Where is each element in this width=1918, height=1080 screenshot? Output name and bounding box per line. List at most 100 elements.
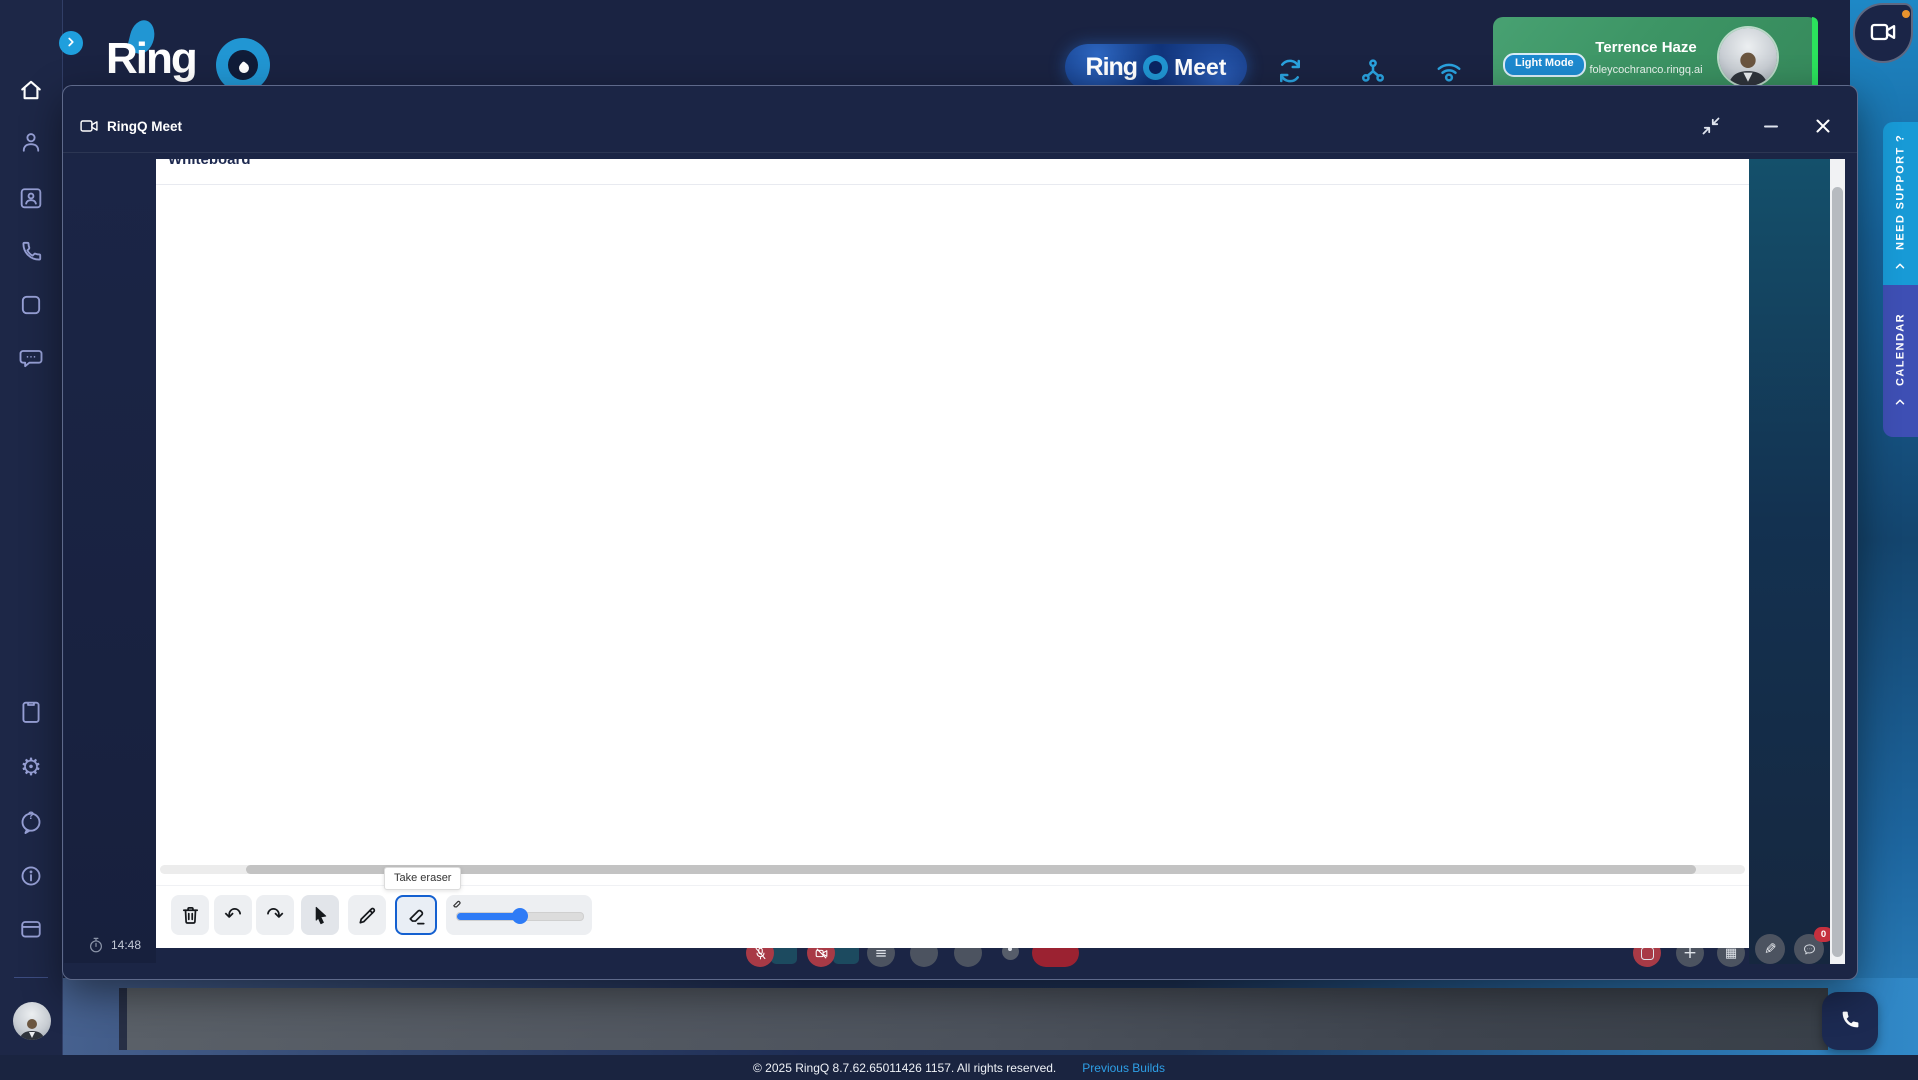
question-mark-icon: ? — [27, 810, 35, 822]
select-tool-button[interactable] — [301, 895, 339, 935]
previous-builds-link[interactable]: Previous Builds — [1082, 1061, 1165, 1075]
dialer-button[interactable] — [1822, 992, 1878, 1050]
slider-fill — [457, 913, 520, 920]
badge-meet-text: Meet — [1174, 53, 1227, 80]
phone-handset-icon — [1838, 1008, 1862, 1035]
pencil-icon — [356, 904, 379, 927]
sync-button[interactable] — [1275, 56, 1305, 86]
pencil-tool-button[interactable] — [348, 895, 386, 935]
header-user-avatar[interactable] — [1719, 28, 1777, 86]
meeting-left-strip — [64, 159, 156, 963]
clipboard-icon — [17, 698, 45, 726]
grid-icon: ▦ — [1724, 945, 1738, 961]
sidebar-item-billing[interactable] — [17, 915, 45, 943]
network-status-button[interactable] — [1434, 56, 1464, 86]
sidebar-item-messages[interactable] — [17, 344, 45, 372]
sidebar-item-calls[interactable] — [17, 238, 45, 266]
footer: © 2025 RingQ 8.7.62.65011426 1157. All r… — [0, 1055, 1918, 1080]
sidebar-item-info[interactable] — [17, 862, 45, 890]
app-logo: Ring — [106, 16, 286, 92]
trash-icon — [179, 904, 202, 927]
badge-q-icon — [1143, 54, 1169, 80]
chevron-right-icon — [64, 35, 78, 52]
calendar-tab[interactable]: CALENDAR — [1883, 285, 1918, 437]
minimize-window-button[interactable] — [1759, 113, 1785, 139]
timer-value: 14:48 — [111, 938, 142, 952]
copyright-text: © 2025 RingQ 8.7.62.65011426 1157. All r… — [753, 1060, 1057, 1075]
whiteboard-panel: Whiteboard ↶ ↷ Take eraser — [156, 159, 1749, 948]
video-camera-icon — [79, 116, 99, 136]
compress-icon — [1699, 114, 1725, 138]
logo-q-icon — [216, 38, 270, 92]
left-sidebar: ⚙ ? — [0, 0, 63, 1055]
chevron-icon — [1894, 259, 1908, 273]
sidebar-item-home[interactable] — [17, 76, 45, 104]
support-tab-label: NEED SUPPORT ? — [1894, 133, 1907, 251]
video-strip-edge — [119, 988, 127, 1050]
sidebar-user-avatar[interactable] — [13, 1002, 51, 1040]
home-icon — [17, 76, 45, 104]
eraser-icon — [405, 904, 428, 927]
contact-card-icon — [17, 184, 45, 212]
ringq-meet-window: RingQ Meet ≡ + ▦ ✎ 0 14:48 Whiteboard ↶ … — [62, 85, 1858, 980]
wifi-icon — [1434, 56, 1464, 86]
gear-icon: ⚙ — [20, 753, 42, 781]
chat-bubble-icon — [17, 344, 45, 372]
redo-button[interactable]: ↷ — [256, 895, 294, 935]
close-icon — [1811, 114, 1837, 138]
video-preview-strip — [127, 988, 1828, 1050]
sync-icon — [1275, 56, 1305, 86]
avatar-silhouette — [19, 1019, 45, 1040]
mini-eraser-icon — [451, 897, 463, 909]
sidebar-item-settings[interactable]: ⚙ — [17, 753, 45, 781]
whiteboard-canvas[interactable] — [156, 185, 1749, 864]
minimize-icon — [1759, 114, 1785, 138]
window-title: RingQ Meet — [107, 119, 183, 134]
whiteboard-heading: Whiteboard — [168, 159, 251, 168]
user-domain: foleycochranco.ringq.ai — [1589, 64, 1703, 76]
share-nodes-icon — [1358, 56, 1388, 86]
vertical-scrollbar[interactable] — [1830, 159, 1845, 964]
sidebar-expand-button[interactable] — [59, 31, 83, 55]
phone-icon — [17, 238, 45, 266]
video-camera-icon — [1869, 18, 1897, 49]
share-nodes-button[interactable] — [1358, 56, 1388, 86]
undo-button[interactable]: ↶ — [214, 895, 252, 935]
tooltip: Take eraser — [384, 867, 462, 890]
sidebar-item-contacts[interactable] — [17, 184, 45, 212]
sidebar-item-notes[interactable] — [17, 698, 45, 726]
eraser-size-slider[interactable] — [456, 908, 584, 924]
card-icon — [17, 915, 45, 943]
sidebar-item-meetings[interactable] — [17, 291, 45, 319]
chevron-icon — [1894, 395, 1908, 409]
sidebar-divider — [14, 977, 48, 978]
meeting-background-strip — [1749, 159, 1830, 964]
notification-dot — [1902, 10, 1910, 18]
chat-bubble-icon — [1802, 942, 1817, 957]
info-icon — [17, 862, 45, 890]
need-support-tab[interactable]: NEED SUPPORT ? — [1883, 122, 1918, 285]
clear-board-button[interactable] — [171, 895, 209, 935]
redo-icon: ↷ — [266, 902, 284, 927]
restore-window-button[interactable] — [1699, 113, 1725, 139]
whiteboard-heading-clip: Whiteboard — [168, 159, 388, 169]
ringq-meet-badge: Ring Meet — [1065, 44, 1247, 90]
sidebar-item-help[interactable]: ? — [17, 809, 45, 837]
vertical-scrollbar-thumb[interactable] — [1832, 187, 1843, 957]
horizontal-scrollbar-thumb[interactable] — [246, 865, 1696, 874]
logo-text: Ring — [106, 34, 198, 83]
user-icon — [17, 128, 45, 156]
eraser-tool-button[interactable] — [395, 895, 437, 935]
stopwatch-icon — [87, 936, 105, 954]
user-name: Terrence Haze — [1595, 39, 1697, 56]
pen-icon: ✎ — [1763, 939, 1777, 958]
whiteboard-toggle-button[interactable]: ✎ — [1755, 934, 1785, 964]
slider-thumb[interactable] — [512, 908, 528, 924]
meet-launcher-button[interactable] — [1853, 3, 1913, 63]
calendar-tab-label: CALENDAR — [1894, 313, 1907, 386]
record-icon — [1640, 946, 1654, 960]
close-window-button[interactable] — [1811, 113, 1837, 139]
eraser-size-group — [446, 895, 592, 935]
avatar-silhouette — [1728, 52, 1768, 86]
sidebar-item-profile[interactable] — [17, 128, 45, 156]
